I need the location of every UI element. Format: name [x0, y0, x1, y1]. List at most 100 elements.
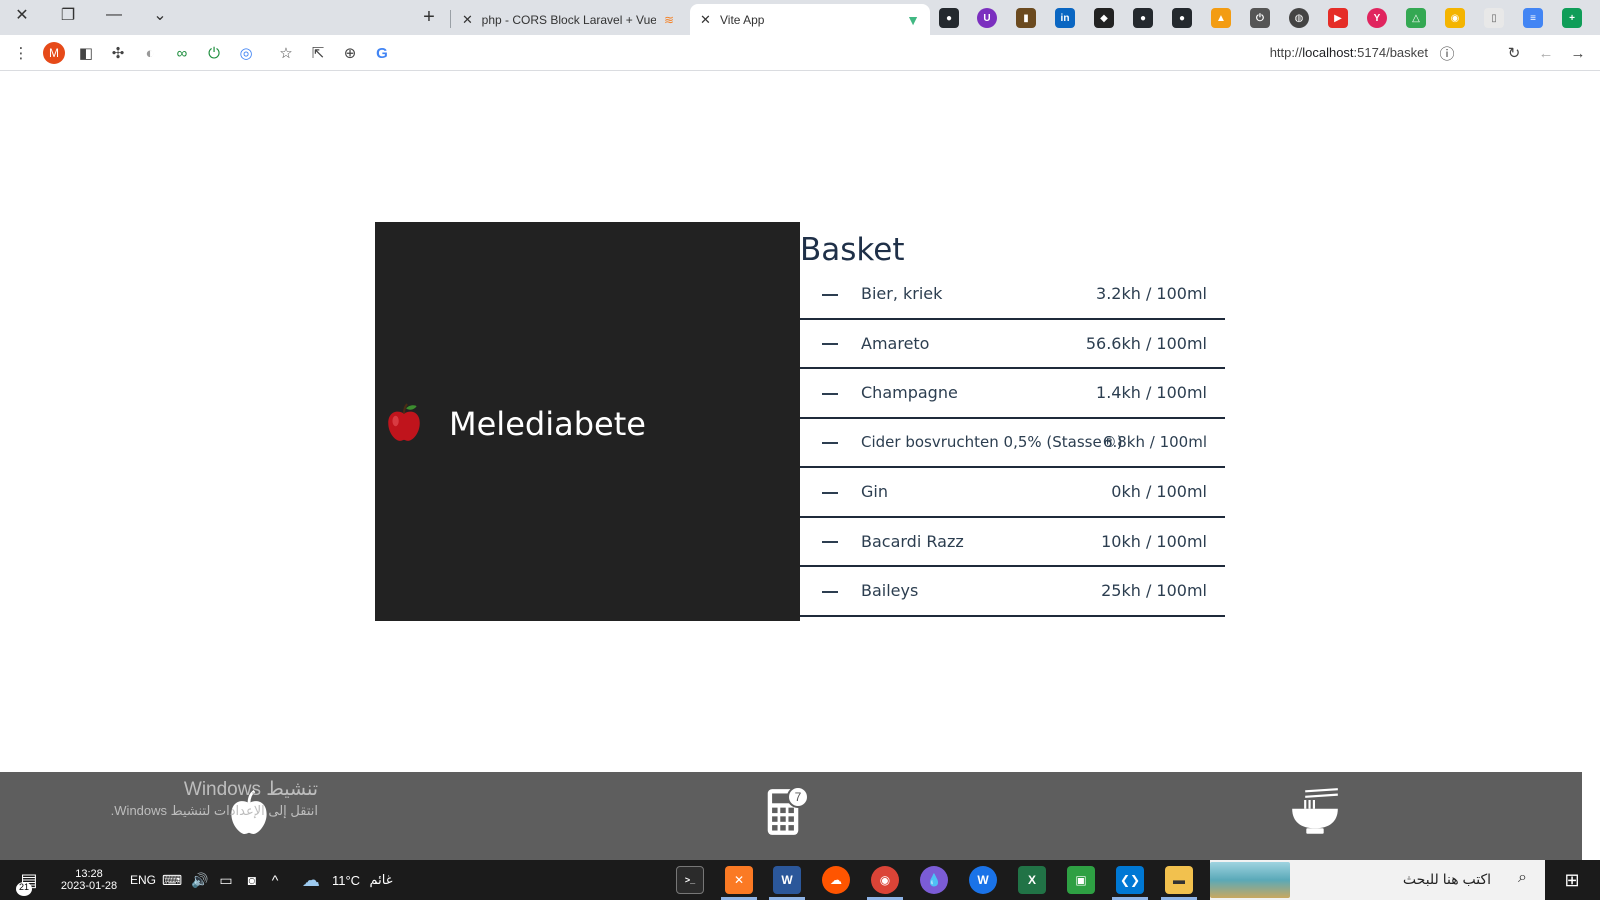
basket-item: Bier, kriek 3.2kh / 100ml	[800, 270, 1225, 320]
linkedin-icon[interactable]: in	[1055, 8, 1075, 28]
cloud-icon[interactable]: ☁	[296, 860, 326, 900]
app-icon[interactable]: ◆	[1094, 8, 1114, 28]
notifications-button[interactable]: ▤ 21	[14, 860, 44, 900]
remove-item-button[interactable]	[822, 491, 838, 494]
extension-circle-icon[interactable]: ◎	[235, 42, 257, 64]
reload-icon[interactable]: ↻	[1503, 42, 1525, 64]
basket-title: Basket	[800, 232, 905, 268]
github-icon[interactable]: ●	[1172, 8, 1192, 28]
vue-icon: ▼	[906, 11, 920, 28]
remove-item-button[interactable]	[822, 541, 838, 544]
app-green-icon[interactable]: ▣	[1067, 866, 1095, 894]
keyboard-icon[interactable]: ⌨	[160, 860, 184, 900]
tray-chevron-icon[interactable]: ^	[264, 860, 286, 900]
search-placeholder: اكتب هنا للبحث	[1402, 871, 1491, 887]
terminal-icon[interactable]: >_	[676, 866, 704, 894]
phpmyadmin-icon[interactable]: ▲	[1211, 8, 1231, 28]
meet-icon[interactable]: ◙	[240, 860, 264, 900]
menu-kebab-icon[interactable]: ⋮	[10, 42, 32, 64]
google-drive-icon[interactable]: △	[1406, 8, 1426, 28]
remove-item-button[interactable]	[822, 293, 838, 296]
chrome-icon[interactable]: ◉	[871, 866, 899, 894]
basket-item: Cider bosvruchten 0,5% (Stasse®) 6.8kh /…	[800, 419, 1225, 468]
close-tab-icon[interactable]: ✕	[462, 12, 476, 28]
stackoverflow-icon: ≋	[663, 12, 674, 27]
activation-title: تنشيط Windows	[183, 779, 318, 800]
remove-item-button[interactable]	[822, 343, 838, 346]
profile-avatar[interactable]: M	[43, 42, 65, 64]
xampp-icon[interactable]: ✕	[725, 866, 753, 894]
app-w-icon[interactable]: W	[969, 866, 997, 894]
github-icon[interactable]: ●	[1133, 8, 1153, 28]
basket-item: Gin 0kh / 100ml	[800, 468, 1225, 518]
paint-drop-icon[interactable]: 💧	[920, 866, 948, 894]
minimize-window-icon[interactable]: —	[92, 0, 136, 30]
item-name: Cider bosvruchten 0,5% (Stasse®)	[861, 433, 1123, 452]
book-icon[interactable]: ▮	[1016, 8, 1036, 28]
language-indicator[interactable]: ENG	[128, 860, 158, 900]
word-icon[interactable]: W	[773, 866, 801, 894]
hero-panel: Melediabete	[375, 222, 800, 621]
tab-vite-app[interactable]: ✕ Vite App ▼	[690, 4, 930, 35]
url-host: localhost	[1302, 45, 1354, 60]
browser-tab-strip: ✕ ❐ — ⌄ + ✕ php - CORS Block Laravel + V…	[0, 0, 1600, 35]
item-name: Champagne	[861, 383, 958, 403]
remove-item-button[interactable]	[822, 392, 838, 395]
close-window-icon[interactable]: ✕	[0, 0, 44, 30]
globe-icon[interactable]: ◍	[1289, 8, 1309, 28]
extension-u-icon[interactable]: U	[977, 8, 997, 28]
soundcloud-icon[interactable]: ☁	[822, 866, 850, 894]
weather-temperature[interactable]: 11°C	[328, 860, 364, 900]
windows-start-icon[interactable]: ⊞	[1552, 860, 1592, 900]
url-prefix: http://	[1269, 45, 1303, 60]
file-explorer-icon[interactable]: ▬	[1165, 866, 1193, 894]
nav-food-button[interactable]	[1288, 782, 1342, 842]
address-bar[interactable]: http://localhost:5174/basket ⓘ	[272, 39, 1472, 67]
app-y-icon[interactable]: Y	[1367, 8, 1387, 28]
power-icon[interactable]: ⏻	[1250, 8, 1270, 28]
remove-item-button[interactable]	[822, 590, 838, 593]
network-icon[interactable]: ▭	[214, 860, 238, 900]
youtube-icon[interactable]: ▶	[1328, 8, 1348, 28]
restore-window-icon[interactable]: ❐	[46, 0, 90, 30]
google-keep-icon[interactable]: ◉	[1445, 8, 1465, 28]
extension-power-icon[interactable]: ⏻	[203, 42, 225, 64]
item-name: Gin	[861, 482, 888, 502]
item-carbs: 3.2kh / 100ml	[1096, 284, 1207, 304]
excel-icon[interactable]: X	[1018, 866, 1046, 894]
site-info-icon[interactable]: ⓘ	[1436, 42, 1458, 64]
sidebar-icon[interactable]: ◧	[75, 42, 97, 64]
extensions-icon[interactable]: ✣	[107, 42, 129, 64]
document-icon[interactable]: ▯	[1484, 8, 1504, 28]
taskbar-search[interactable]: اكتب هنا للبحث ⌕	[1210, 860, 1545, 900]
remove-item-button[interactable]	[822, 442, 838, 445]
back-icon[interactable]: →	[1567, 42, 1589, 64]
close-tab-icon[interactable]: ✕	[700, 12, 714, 28]
basket-item: Baileys 25kh / 100ml	[800, 567, 1225, 617]
item-carbs: 0kh / 100ml	[1111, 482, 1207, 502]
weather-condition[interactable]: غائم	[366, 860, 396, 900]
item-carbs: 25kh / 100ml	[1101, 581, 1207, 601]
extension-glasses-icon[interactable]: ∞	[171, 42, 193, 64]
clock-time: 13:28	[75, 868, 103, 880]
new-tab-button[interactable]: +	[416, 4, 442, 30]
vscode-icon[interactable]: ❮❯	[1116, 866, 1144, 894]
tab-search-chevron-icon[interactable]: ⌄	[138, 0, 182, 30]
basket-count-badge: 7	[787, 786, 809, 808]
volume-icon[interactable]: 🔊	[188, 860, 212, 900]
forward-icon[interactable]: ←	[1535, 42, 1557, 64]
basket-item: Amareto 56.6kh / 100ml	[800, 320, 1225, 369]
url-text[interactable]: http://localhost:5174/basket	[1270, 45, 1428, 60]
google-sheets-icon[interactable]: +	[1562, 8, 1582, 28]
tab-cors[interactable]: ✕ php - CORS Block Laravel + Vue. ≋	[452, 4, 684, 35]
github-icon[interactable]: ●	[939, 8, 959, 28]
browser-toolbar: ⋮ M ◧ ✣ ◐ ∞ ⏻ ◎ ☆ ⇱ ⊕ G http://localhost…	[0, 35, 1600, 71]
notification-count: 21	[16, 882, 32, 896]
noodle-bowl-icon	[1292, 788, 1338, 834]
windows-activation-watermark: تنشيط Windows انتقل إلى الإعدادات لتنشيط…	[78, 778, 318, 819]
clock[interactable]: 13:28 2023-01-28	[54, 860, 124, 900]
clock-date: 2023-01-28	[60, 880, 118, 892]
google-docs-icon[interactable]: ≡	[1523, 8, 1543, 28]
extension-icon[interactable]: ◐	[139, 42, 161, 64]
apple-logo-icon	[388, 403, 420, 441]
